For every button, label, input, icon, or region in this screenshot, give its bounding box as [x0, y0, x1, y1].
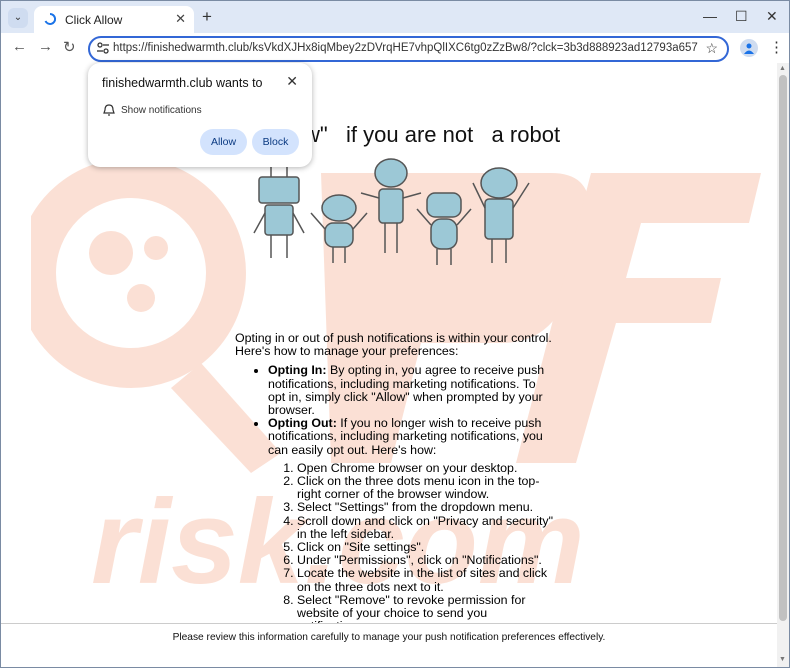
step-item: Click on the three dots menu icon in the…	[297, 474, 555, 501]
site-info-icon[interactable]	[96, 41, 110, 55]
tab-title: Click Allow	[65, 13, 123, 27]
block-button[interactable]: Block	[252, 129, 299, 155]
person-icon	[744, 43, 754, 54]
allow-button[interactable]: Allow	[200, 129, 247, 155]
bell-icon	[103, 104, 115, 116]
tab-click-allow[interactable]: Click Allow ✕	[34, 6, 194, 33]
step-item: Scroll down and click on "Privacy and se…	[297, 514, 555, 541]
vertical-scrollbar[interactable]: ▲ ▼	[777, 63, 789, 667]
options-list: Opting In: By opting in, you agree to re…	[268, 364, 555, 623]
opt-out-item: Opting Out: If you no longer wish to rec…	[268, 417, 555, 623]
opt-in-label: Opting In:	[268, 363, 327, 378]
loading-icon	[44, 12, 57, 25]
step-item: Select "Settings" from the dropdown menu…	[297, 501, 555, 514]
page-headline: w" if you are not a robot	[304, 122, 561, 147]
browser-window: ⌄ Click Allow ✕ + — ☐ ✕ ← → ↻ https://fi…	[0, 0, 790, 668]
page-footer: Please review this information carefully…	[1, 623, 777, 667]
profile-avatar[interactable]	[740, 39, 758, 57]
opt-in-item: Opting In: By opting in, you agree to re…	[268, 364, 555, 417]
article-text: Opting in or out of push notifications i…	[235, 331, 555, 623]
minimize-icon[interactable]: —	[703, 8, 717, 24]
address-bar[interactable]: https://finishedwarmth.club/ksVkdXJHx8iq…	[88, 36, 729, 62]
menu-kebab-icon[interactable]: ⋮	[769, 38, 784, 56]
popup-close-icon[interactable]: ✕	[286, 73, 298, 90]
maximize-icon[interactable]: ☐	[735, 8, 748, 25]
intro-paragraph: Opting in or out of push notifications i…	[235, 331, 552, 359]
opt-out-label: Opting Out:	[268, 416, 337, 431]
tab-search-icon[interactable]: ⌄	[8, 8, 28, 28]
notification-permission-popup: finishedwarmth.club wants to ✕ Show noti…	[88, 63, 312, 167]
robots-illustration	[253, 158, 530, 265]
bookmark-star-icon[interactable]: ☆	[705, 40, 718, 57]
new-tab-button[interactable]: +	[202, 7, 212, 27]
back-icon[interactable]: ←	[12, 38, 27, 55]
close-window-icon[interactable]: ✕	[766, 8, 778, 25]
step-item: Select "Remove" to revoke permission for…	[297, 593, 555, 623]
footer-text: Please review this information carefully…	[172, 632, 606, 643]
toolbar: ← → ↻ https://finishedwarmth.club/ksVkdX…	[1, 33, 789, 63]
tab-strip: ⌄ Click Allow ✕ + — ☐ ✕	[1, 1, 789, 33]
popup-title: finishedwarmth.club wants to	[102, 76, 263, 90]
steps-list: Open Chrome browser on your desktop. Cli…	[297, 461, 555, 623]
forward-icon[interactable]: →	[38, 38, 53, 55]
reload-icon[interactable]: ↻	[63, 38, 76, 56]
scroll-up-arrow-icon[interactable]: ▲	[779, 65, 786, 72]
tab-close-icon[interactable]: ✕	[175, 11, 186, 27]
scroll-thumb[interactable]	[779, 75, 787, 621]
scroll-down-arrow-icon[interactable]: ▼	[779, 656, 786, 663]
step-item: Locate the website in the list of sites …	[297, 567, 555, 594]
url-text[interactable]: https://finishedwarmth.club/ksVkdXJHx8iq…	[113, 42, 698, 54]
permission-label: Show notifications	[121, 105, 202, 116]
